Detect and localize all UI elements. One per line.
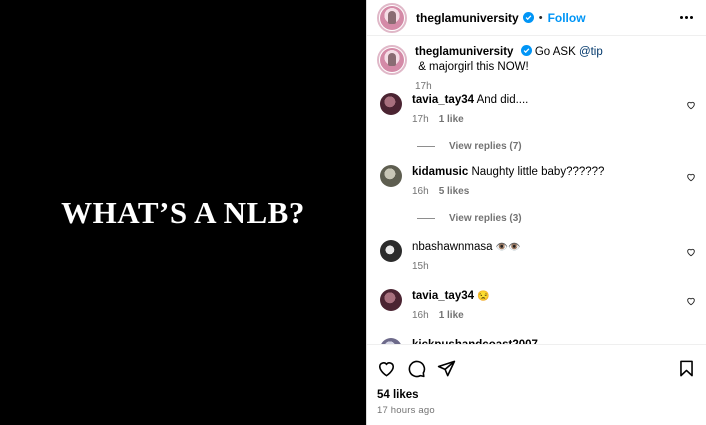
comment-item: tavia_tay34 😒 16h 1 like xyxy=(377,289,696,323)
commenter-avatar[interactable] xyxy=(380,165,402,187)
comment-time: 16h xyxy=(412,186,429,197)
avatar-image xyxy=(380,48,404,72)
comment-text: 😒 xyxy=(477,291,490,302)
caption-avatar[interactable] xyxy=(377,45,407,75)
separator-dot: • xyxy=(538,11,543,24)
replies-label: View replies (3) xyxy=(449,213,522,224)
comment-text: 👁️👁️ xyxy=(495,242,521,253)
post-caption: theglamuniversity Go ASK @tip & majorgir… xyxy=(377,36,696,92)
comment-username[interactable]: kidamusic xyxy=(412,166,468,178)
comments-list[interactable]: theglamuniversity Go ASK @tip & majorgir… xyxy=(367,36,706,344)
caption-text-end: & majorgirl this NOW! xyxy=(415,61,529,73)
comment-item: kidamusic Naughty little baby?????? 16h 5… xyxy=(377,165,696,199)
mention-link[interactable]: @tip xyxy=(579,46,603,58)
author-username[interactable]: theglamuniversity xyxy=(416,11,519,25)
media-caption-text: WHAT’S A NLB? xyxy=(61,194,305,230)
post-timestamp[interactable]: 17 hours ago xyxy=(377,405,696,416)
comment-username[interactable]: tavia_tay34 xyxy=(412,290,474,302)
more-icon[interactable] xyxy=(680,16,693,19)
likes-count[interactable]: 54 likes xyxy=(377,389,696,401)
replies-line xyxy=(417,218,435,219)
comment-likes[interactable]: 1 like xyxy=(439,308,464,323)
like-comment-heart-icon[interactable] xyxy=(686,247,696,257)
like-comment-heart-icon[interactable] xyxy=(686,172,696,182)
comment-time: 15h xyxy=(412,261,429,272)
verified-icon xyxy=(522,12,534,23)
comment-text: Naughty little baby?????? xyxy=(471,166,605,178)
caption-text: Go ASK xyxy=(534,46,579,58)
view-replies-button[interactable]: View replies (3) xyxy=(377,213,696,224)
avatar-image xyxy=(380,5,404,30)
post-actions: 54 likes 17 hours ago xyxy=(367,344,706,425)
comment-username[interactable]: tavia_tay34 xyxy=(412,94,474,106)
comment-icon[interactable] xyxy=(407,359,426,378)
replies-line xyxy=(417,146,435,147)
post-media[interactable]: WHAT’S A NLB? xyxy=(0,0,366,425)
comment-likes[interactable]: 1 like xyxy=(439,112,464,127)
caption-username[interactable]: theglamuniversity xyxy=(415,46,513,58)
comment-text: And did.... xyxy=(476,94,529,106)
like-comment-heart-icon[interactable] xyxy=(686,296,696,306)
commenter-avatar[interactable] xyxy=(380,240,402,262)
commenter-avatar[interactable] xyxy=(380,93,402,115)
post-viewer: WHAT’S A NLB? theglamuniversity • Follow… xyxy=(0,0,706,425)
commenter-avatar[interactable] xyxy=(380,289,402,311)
like-comment-heart-icon[interactable] xyxy=(686,100,696,110)
post-panel: theglamuniversity • Follow theglamuniver… xyxy=(366,0,706,425)
caption-time: 17h xyxy=(415,81,432,92)
comment-time: 17h xyxy=(412,114,429,125)
bookmark-icon[interactable] xyxy=(677,359,696,378)
author-avatar[interactable] xyxy=(377,2,407,33)
comment-likes[interactable]: 5 likes xyxy=(439,184,470,199)
comment-item: nbashawnmasa 👁️👁️ 15h xyxy=(377,240,696,274)
follow-button[interactable]: Follow xyxy=(548,11,586,25)
share-icon[interactable] xyxy=(437,359,456,378)
comment-item: tavia_tay34 And did.... 17h 1 like xyxy=(377,93,696,127)
comment-username[interactable]: nbashawnmasa xyxy=(412,241,493,253)
post-header: theglamuniversity • Follow xyxy=(367,0,706,36)
verified-icon xyxy=(520,45,532,56)
view-replies-button[interactable]: View replies (7) xyxy=(377,141,696,152)
heart-icon[interactable] xyxy=(377,359,396,378)
comment-time: 16h xyxy=(412,310,429,321)
replies-label: View replies (7) xyxy=(449,141,522,152)
